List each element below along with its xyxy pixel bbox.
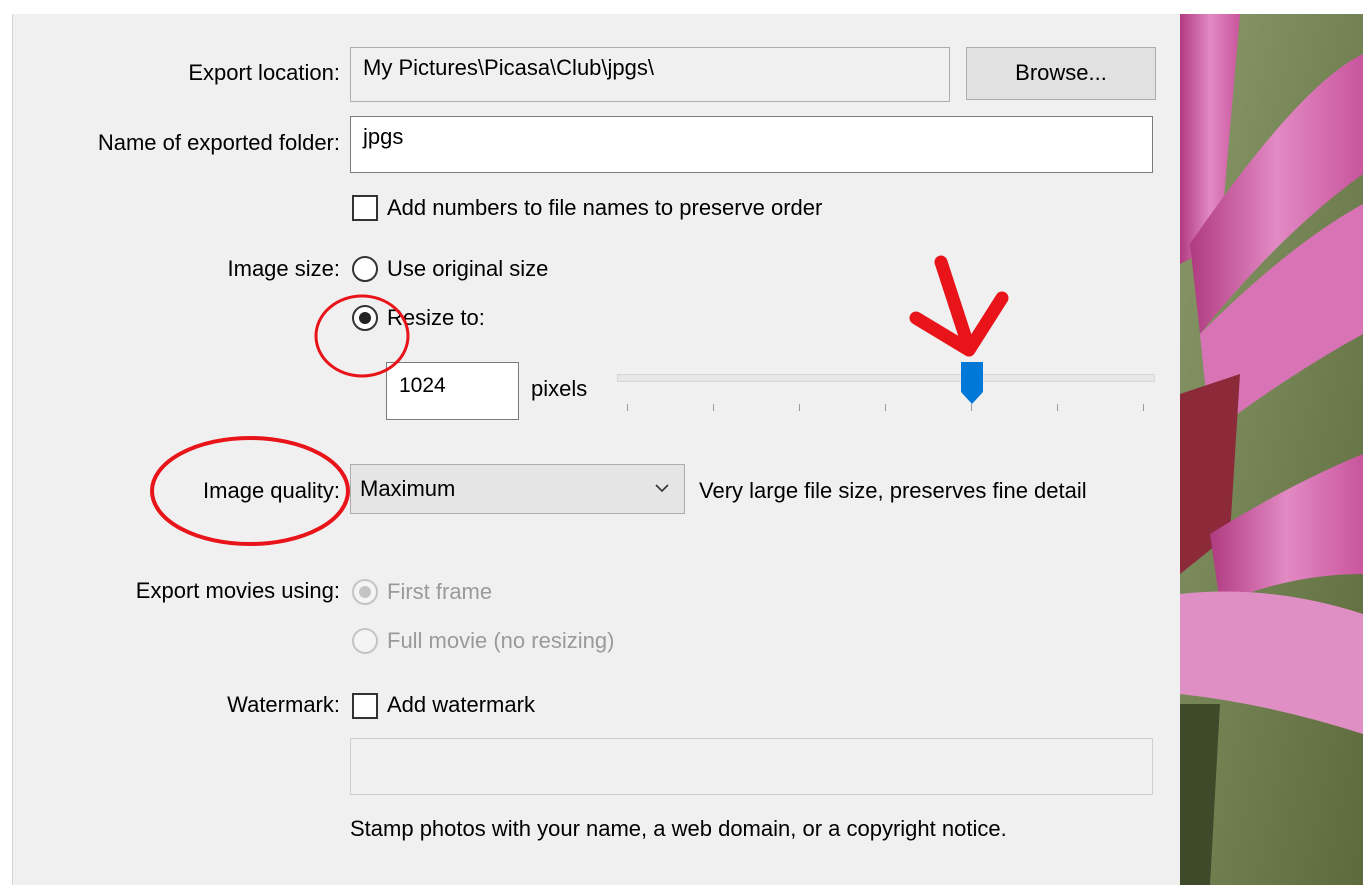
- image-quality-description: Very large file size, preserves fine det…: [699, 478, 1087, 503]
- slider-tick: [885, 404, 886, 411]
- export-location-field: My Pictures\Picasa\Club\jpgs\: [350, 47, 950, 102]
- slider-tick: [1057, 404, 1058, 411]
- size-slider-track[interactable]: [617, 374, 1155, 382]
- export-location-label: Export location:: [188, 60, 340, 85]
- use-original-size-radio[interactable]: [352, 256, 378, 282]
- folder-name-input[interactable]: jpgs: [350, 116, 1153, 173]
- chevron-down-icon: [655, 484, 669, 493]
- pixels-input[interactable]: 1024: [386, 362, 519, 420]
- resize-to-label[interactable]: Resize to:: [387, 305, 485, 331]
- export-movies-label: Export movies using:: [135, 578, 340, 603]
- background-flower-photo: [1180, 14, 1363, 885]
- add-numbers-label[interactable]: Add numbers to file names to preserve or…: [387, 195, 822, 221]
- image-quality-select[interactable]: Maximum: [350, 464, 685, 514]
- first-frame-label: First frame: [387, 579, 493, 604]
- image-quality-label: Image quality:: [203, 478, 340, 503]
- image-quality-value: Maximum: [360, 476, 456, 501]
- slider-tick: [627, 404, 628, 411]
- folder-name-label: Name of exported folder:: [97, 130, 340, 155]
- full-movie-radio: [352, 628, 378, 654]
- add-numbers-checkbox[interactable]: [352, 195, 378, 221]
- slider-tick: [1143, 404, 1144, 411]
- slider-tick: [799, 404, 800, 411]
- watermark-text-input: [350, 738, 1153, 795]
- image-size-label: Image size:: [227, 256, 341, 281]
- add-watermark-checkbox[interactable]: [352, 693, 378, 719]
- full-movie-label: Full movie (no resizing): [387, 628, 615, 653]
- add-watermark-label[interactable]: Add watermark: [387, 692, 535, 718]
- slider-tick: [713, 404, 714, 411]
- watermark-hint: Stamp photos with your name, a web domai…: [350, 816, 1007, 841]
- resize-to-radio[interactable]: [352, 305, 378, 331]
- pixels-unit-label: pixels: [531, 376, 588, 401]
- size-slider-thumb[interactable]: [959, 360, 985, 406]
- browse-button[interactable]: Browse...: [966, 47, 1156, 100]
- watermark-label: Watermark:: [227, 692, 340, 717]
- use-original-size-label[interactable]: Use original size: [387, 256, 548, 282]
- first-frame-radio: [352, 579, 378, 605]
